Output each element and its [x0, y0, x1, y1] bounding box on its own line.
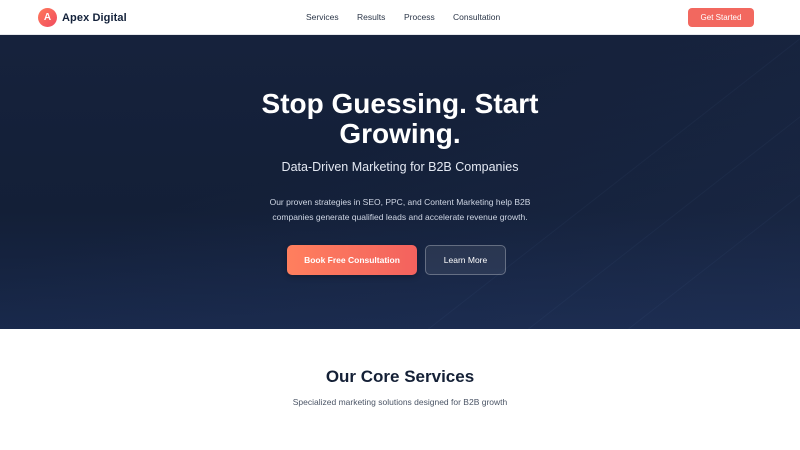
hero-decoration	[420, 35, 800, 329]
nav-link-services[interactable]: Services	[306, 12, 339, 22]
nav-link-consultation[interactable]: Consultation	[453, 12, 500, 22]
hero-decoration	[620, 35, 800, 329]
services-title: Our Core Services	[325, 367, 475, 386]
top-navbar: A Apex Digital Services Results Process …	[0, 0, 800, 35]
logo-mark-icon: A	[38, 8, 57, 27]
nav-link-results[interactable]: Results	[357, 12, 385, 22]
brand-logo[interactable]: A Apex Digital	[38, 8, 127, 27]
hero-subtitle: Data-Driven Marketing for B2B Companies	[281, 160, 519, 174]
hero-title-line2: Growing.	[339, 118, 461, 149]
get-started-button[interactable]: Get Started	[688, 8, 754, 27]
learn-more-button[interactable]: Learn More	[425, 245, 506, 275]
hero-decoration	[520, 35, 800, 329]
hero-title: Stop Guessing. Start Growing.	[0, 89, 800, 149]
hero-section: Stop Guessing. Start Growing. Data-Drive…	[0, 35, 800, 329]
nav-link-process[interactable]: Process	[404, 12, 435, 22]
hero-description: Our proven strategies in SEO, PPC, and C…	[250, 195, 550, 225]
services-subtitle: Specialized marketing solutions designed…	[292, 397, 508, 407]
hero-description-line2: companies generate qualified leads and a…	[272, 212, 528, 222]
hero-description-line1: Our proven strategies in SEO, PPC, and C…	[269, 197, 531, 207]
book-consultation-button[interactable]: Book Free Consultation	[287, 245, 417, 275]
brand-name: Apex Digital	[62, 11, 127, 24]
hero-title-line1: Stop Guessing. Start	[261, 88, 539, 119]
